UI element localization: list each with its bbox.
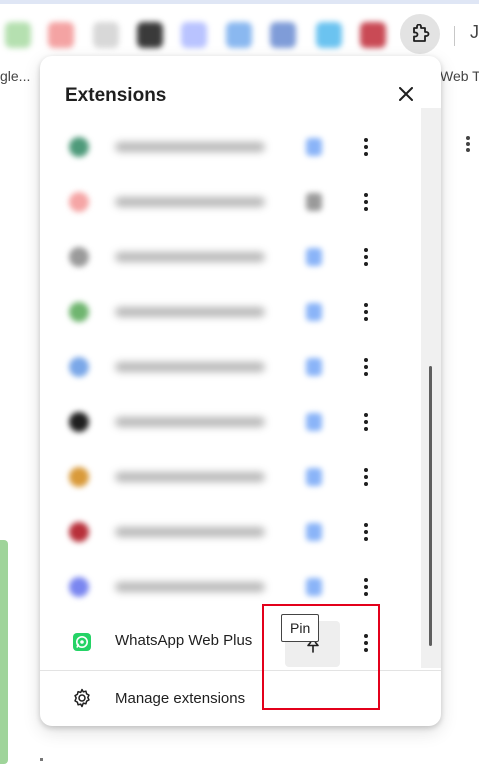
- extension-name-redacted: [115, 197, 265, 207]
- pinned-extension-icon[interactable]: [226, 22, 252, 48]
- pinned-extension-icon[interactable]: [270, 22, 296, 48]
- extension-icon: [69, 412, 89, 432]
- close-icon: [399, 87, 413, 101]
- toolbar-divider: [454, 26, 455, 46]
- unpin-icon[interactable]: [306, 523, 322, 541]
- extension-name-redacted: [115, 582, 265, 592]
- extension-icon: [69, 522, 89, 542]
- scrollbar-thumb[interactable]: [429, 366, 432, 646]
- browser-toolbar: J: [0, 4, 479, 62]
- extension-icon: [69, 577, 89, 597]
- page-more-icon[interactable]: [466, 136, 472, 154]
- more-options-icon[interactable]: [358, 355, 374, 379]
- extension-name-redacted: [115, 142, 265, 152]
- close-button[interactable]: [392, 80, 420, 108]
- extensions-popup: Extensions WhatsApp Web Plus Manage exte…: [40, 56, 441, 726]
- unpin-icon[interactable]: [306, 303, 322, 321]
- bookmark-right[interactable]: Web To: [440, 68, 479, 84]
- more-options-icon[interactable]: [358, 300, 374, 324]
- popup-title: Extensions: [65, 85, 167, 106]
- extension-icon: [69, 192, 89, 212]
- unpin-icon[interactable]: [306, 468, 322, 486]
- pinned-extension-icon[interactable]: [5, 22, 31, 48]
- more-options-icon[interactable]: [358, 575, 374, 599]
- more-options-icon[interactable]: [358, 410, 374, 434]
- extension-row[interactable]: [40, 340, 420, 395]
- whatsapp-icon: [73, 633, 91, 651]
- pinned-extension-icon[interactable]: [48, 22, 74, 48]
- extension-name-redacted: [115, 252, 265, 262]
- more-options-icon[interactable]: [358, 135, 374, 159]
- unpin-icon[interactable]: [306, 138, 322, 156]
- extensions-button[interactable]: [400, 14, 440, 54]
- gear-icon: [74, 688, 90, 708]
- extension-row[interactable]: [40, 175, 420, 230]
- pin-icon[interactable]: [306, 193, 322, 211]
- extension-name-redacted: [115, 417, 265, 427]
- manage-extensions-link[interactable]: Manage extensions: [40, 671, 441, 726]
- extension-name: WhatsApp Web Plus: [115, 632, 253, 649]
- pinned-extension-icon[interactable]: [181, 22, 207, 48]
- annotation-highlight-box: [262, 604, 380, 710]
- extension-name-redacted: [115, 472, 265, 482]
- more-options-icon[interactable]: [358, 520, 374, 544]
- extension-row[interactable]: [40, 285, 420, 340]
- extension-row[interactable]: [40, 505, 420, 560]
- bookmark-left[interactable]: gle...: [0, 68, 30, 84]
- extension-row[interactable]: [40, 230, 420, 285]
- extension-name-redacted: [115, 527, 265, 537]
- profile-edge-icon[interactable]: J: [470, 22, 479, 43]
- extension-icon: [69, 467, 89, 487]
- more-options-icon[interactable]: [358, 245, 374, 269]
- pinned-extension-icon[interactable]: [93, 22, 119, 48]
- manage-extensions-label: Manage extensions: [115, 690, 246, 707]
- page-mark: [40, 758, 43, 761]
- extension-icon: [69, 357, 89, 377]
- extension-icon: [69, 247, 89, 267]
- extension-row[interactable]: [40, 450, 420, 505]
- unpin-icon[interactable]: [306, 248, 322, 266]
- extension-icon: [69, 302, 89, 322]
- extension-name-redacted: [115, 362, 265, 372]
- extension-name-redacted: [115, 307, 265, 317]
- unpin-icon[interactable]: [306, 413, 322, 431]
- extension-list: [40, 120, 420, 665]
- pinned-extension-icon[interactable]: [137, 22, 163, 48]
- pinned-extension-icon[interactable]: [316, 22, 342, 48]
- puzzle-icon: [413, 24, 430, 42]
- extension-row[interactable]: [40, 120, 420, 175]
- extension-row[interactable]: [40, 395, 420, 450]
- page-side-panel: [0, 540, 8, 764]
- unpin-icon[interactable]: [306, 358, 322, 376]
- more-options-icon[interactable]: [358, 190, 374, 214]
- extension-icon: [69, 137, 89, 157]
- unpin-icon[interactable]: [306, 578, 322, 596]
- pinned-extension-icon[interactable]: [360, 22, 386, 48]
- more-options-icon[interactable]: [358, 465, 374, 489]
